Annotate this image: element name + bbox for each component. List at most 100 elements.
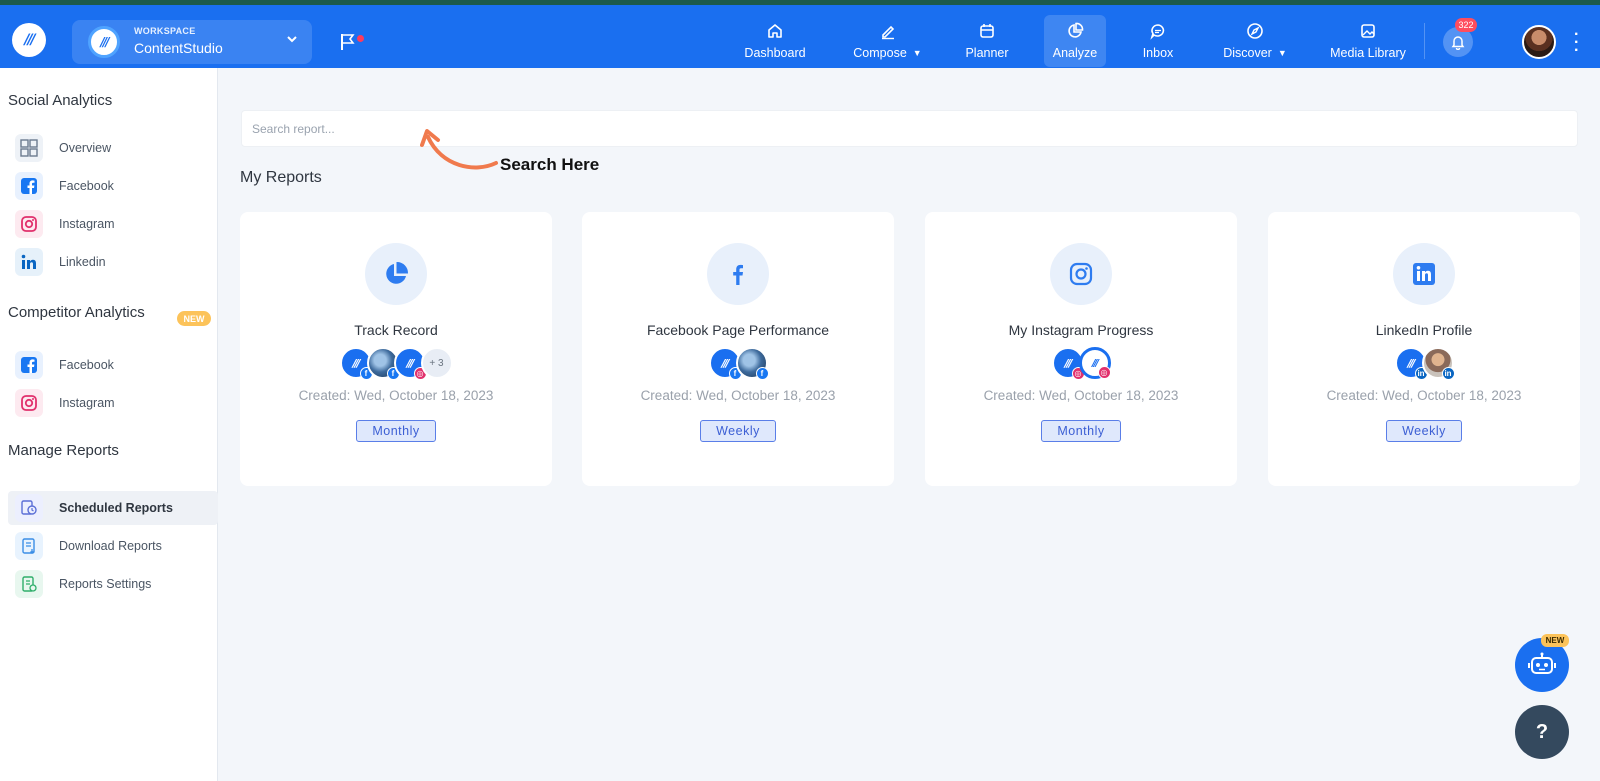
scheduled-report-icon [15, 494, 43, 522]
instagram-icon [1050, 243, 1112, 305]
connected-accounts: ///f f ///◎ + 3 [240, 347, 552, 383]
facebook-icon: f [755, 367, 769, 380]
connected-accounts: ///in in [1268, 347, 1580, 383]
sidebar-item-label: Facebook [59, 179, 114, 193]
account-avatar: in [1421, 347, 1455, 380]
nav-compose[interactable]: Compose ▼ [840, 15, 935, 67]
nav-media-library[interactable]: Media Library [1318, 15, 1418, 67]
report-card-track-record[interactable]: Track Record ///f f ///◎ + 3 Created: We… [240, 212, 552, 486]
linkedin-icon [15, 248, 43, 276]
robot-icon [1528, 652, 1556, 674]
report-frequency-badge: Weekly [1386, 420, 1462, 442]
report-title: LinkedIn Profile [1375, 322, 1473, 338]
nav-planner[interactable]: Planner [952, 15, 1022, 67]
grid-icon [15, 134, 43, 162]
sidebar-item-label: Instagram [59, 217, 115, 231]
report-card-linkedin-profile[interactable]: LinkedIn Profile ///in in Created: Wed, … [1268, 212, 1580, 486]
user-avatar[interactable] [1522, 25, 1556, 59]
flag-icon[interactable] [340, 33, 358, 51]
report-title: Track Record [354, 322, 438, 338]
chevron-down-icon [286, 32, 298, 48]
analytics-sidebar: Social Analytics Overview Facebook Insta… [0, 68, 218, 781]
pie-chart-icon [1068, 22, 1084, 38]
sidebar-item-label: Scheduled Reports [59, 501, 173, 515]
sidebar-item-download-reports[interactable]: Download Reports [8, 529, 218, 563]
report-frequency-badge: Monthly [356, 420, 436, 442]
calendar-icon [980, 24, 994, 38]
report-created-date: Created: Wed, October 18, 2023 [640, 388, 836, 403]
nav-dashboard[interactable]: Dashboard [730, 15, 820, 67]
report-card-my-instagram-progress[interactable]: My Instagram Progress ///◎ ///◎ Created:… [925, 212, 1237, 486]
facebook-icon [15, 351, 43, 379]
report-frequency-badge: Weekly [700, 420, 776, 442]
report-title: Facebook Page Performance [646, 322, 830, 338]
manage-reports-heading: Manage Reports [8, 442, 119, 459]
sidebar-item-label: Overview [59, 141, 112, 155]
sidebar-item-instagram[interactable]: Instagram [8, 207, 218, 241]
nav-media-library-label: Media Library [1330, 46, 1406, 60]
report-created-date: Created: Wed, October 18, 2023 [298, 388, 494, 403]
social-analytics-heading: Social Analytics [8, 92, 113, 109]
sidebar-item-label: Linkedin [59, 255, 106, 269]
contentstudio-logo[interactable]: /// [12, 23, 46, 57]
nav-inbox-label: Inbox [1142, 46, 1174, 60]
compass-icon [1247, 23, 1263, 39]
chevron-down-icon: ▼ [912, 48, 922, 58]
nav-planner-label: Planner [965, 46, 1009, 60]
account-avatar: f [735, 347, 769, 380]
account-avatar: ///◎ [1078, 347, 1111, 379]
connected-accounts: ///f f [582, 347, 894, 383]
facebook-icon [707, 243, 769, 305]
bell-icon [1451, 36, 1465, 50]
pie-chart-icon [365, 243, 427, 305]
nav-compose-label: Compose [853, 46, 907, 60]
sidebar-item-scheduled-reports[interactable]: Scheduled Reports [8, 491, 218, 525]
nav-dashboard-label: Dashboard [744, 46, 806, 60]
sidebar-item-overview[interactable]: Overview [8, 131, 218, 165]
sidebar-item-facebook[interactable]: Facebook [8, 169, 218, 203]
my-reports-title: My Reports [240, 169, 322, 186]
sidebar-item-competitor-facebook[interactable]: Facebook [8, 348, 218, 382]
competitor-analytics-heading: Competitor Analytics [8, 304, 145, 321]
sidebar-item-linkedin[interactable]: Linkedin [8, 245, 218, 279]
sidebar-item-label: Instagram [59, 396, 115, 410]
report-card-facebook-page-performance[interactable]: Facebook Page Performance ///f f Created… [582, 212, 894, 486]
more-options-icon[interactable]: · · · [1574, 27, 1579, 59]
workspace-label: WORKSPACE [134, 26, 196, 36]
nav-analyze-label: Analyze [1052, 46, 1098, 60]
sidebar-item-label: Facebook [59, 358, 114, 372]
report-title: My Instagram Progress [1008, 322, 1154, 338]
sidebar-item-label: Reports Settings [59, 577, 152, 591]
pencil-icon [881, 25, 894, 40]
nav-inbox[interactable]: Inbox [1128, 15, 1188, 67]
nav-discover[interactable]: Discover ▼ [1210, 15, 1300, 67]
linkedin-icon: in [1441, 367, 1455, 380]
workspace-switcher[interactable]: /// WORKSPACE ContentStudio [72, 20, 312, 64]
sidebar-item-label: Download Reports [59, 539, 162, 553]
sidebar-item-reports-settings[interactable]: Reports Settings [8, 567, 218, 601]
facebook-icon [15, 172, 43, 200]
nav-divider [1424, 23, 1425, 59]
nav-analyze[interactable]: Analyze [1044, 15, 1106, 67]
new-badge: NEW [177, 311, 211, 326]
download-report-icon [15, 532, 43, 560]
image-gallery-icon [1361, 24, 1375, 38]
new-badge: NEW [1541, 634, 1569, 647]
sidebar-item-competitor-instagram[interactable]: Instagram [8, 386, 218, 420]
report-created-date: Created: Wed, October 18, 2023 [1326, 388, 1522, 403]
report-created-date: Created: Wed, October 18, 2023 [983, 388, 1179, 403]
more-accounts-count: + 3 [420, 347, 453, 379]
annotation-label: Search Here [500, 155, 600, 174]
home-icon [768, 24, 782, 38]
instagram-icon [15, 389, 43, 417]
help-button[interactable]: ? [1515, 705, 1569, 759]
notification-count-badge: 322 [1455, 18, 1477, 32]
report-settings-icon [15, 570, 43, 598]
workspace-name: ContentStudio [134, 40, 223, 56]
flag-notification-dot [357, 35, 364, 42]
annotation-arrow [420, 129, 498, 170]
connected-accounts: ///◎ ///◎ [925, 347, 1237, 383]
instagram-icon: ◎ [1097, 366, 1111, 379]
chat-bubble-icon [1150, 24, 1165, 40]
nav-discover-label: Discover [1223, 46, 1272, 60]
